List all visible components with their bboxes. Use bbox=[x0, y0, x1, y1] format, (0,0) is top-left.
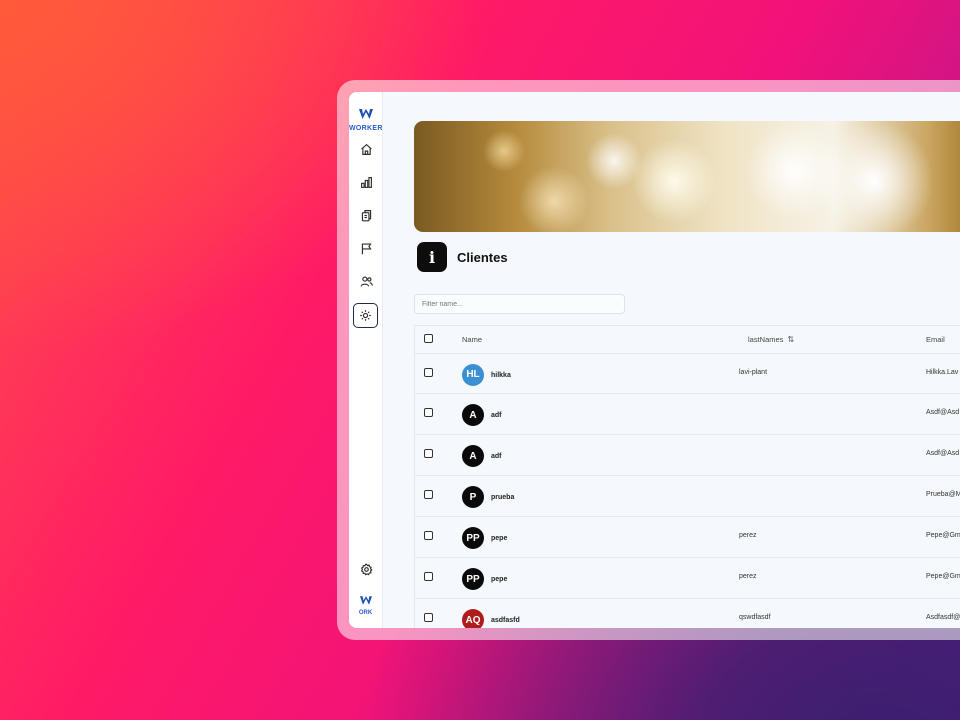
client-email: Asdf@Asd bbox=[926, 450, 960, 457]
client-name: adf bbox=[491, 453, 502, 460]
row-checkbox[interactable] bbox=[424, 449, 433, 458]
avatar: PP bbox=[462, 527, 484, 549]
table-row[interactable]: HL hilkka lavi-plant Hilkka.Lav bbox=[415, 354, 960, 394]
app-screen: WORKER ORK i Clientes Filter name... Nam… bbox=[349, 92, 960, 628]
client-name: pepe bbox=[491, 535, 508, 542]
page-header: i Clientes bbox=[417, 242, 508, 272]
client-name: adf bbox=[491, 412, 502, 419]
clients-table: Name lastNames ⇅ Email HL hilkka lavi-plant… bbox=[414, 325, 960, 628]
client-email: Pepe@Gm bbox=[926, 573, 960, 580]
client-email: Asdfasdf@ bbox=[926, 614, 960, 621]
row-checkbox[interactable] bbox=[424, 613, 433, 622]
row-checkbox[interactable] bbox=[424, 408, 433, 417]
sidebar-item-active[interactable] bbox=[353, 303, 378, 328]
sidebar-item-users[interactable] bbox=[354, 269, 378, 293]
logo-mark-icon bbox=[358, 109, 373, 119]
documents-icon bbox=[361, 209, 371, 221]
client-name: asdfasfd bbox=[491, 617, 520, 624]
client-email: Prueba@M bbox=[926, 491, 960, 498]
settings-button[interactable] bbox=[354, 557, 378, 581]
avatar: P bbox=[462, 486, 484, 508]
select-all-checkbox[interactable] bbox=[424, 334, 433, 343]
row-checkbox[interactable] bbox=[424, 531, 433, 540]
sidebar-item-stats[interactable] bbox=[354, 170, 378, 194]
table-body: HL hilkka lavi-plant Hilkka.Lav Aadf Asdf@Asd… bbox=[415, 354, 960, 628]
table-row[interactable]: Aadf Asdf@Asd bbox=[415, 435, 960, 476]
flag-icon bbox=[361, 242, 372, 254]
logo-text: WORKER bbox=[349, 125, 383, 132]
client-name: prueba bbox=[491, 494, 515, 501]
table-row[interactable]: PP pepe perez Pepe@Gm bbox=[415, 517, 960, 558]
sidebar: WORKER ORK bbox=[349, 92, 383, 628]
client-name: pepe bbox=[491, 576, 508, 583]
page-title: Clientes bbox=[457, 249, 508, 265]
client-lastname: perez bbox=[739, 532, 757, 539]
main-content: i Clientes Name lastNames⇅ Email HL hilkk… bbox=[383, 92, 960, 628]
users-icon bbox=[360, 275, 373, 287]
client-email: Pepe@Gm bbox=[926, 532, 960, 539]
info-icon: i bbox=[417, 242, 447, 272]
client-email: Asdf@Asd bbox=[926, 409, 960, 416]
header-banner-image bbox=[414, 121, 960, 232]
avatar: HL bbox=[462, 363, 484, 386]
worker-logo[interactable]: WORKER bbox=[349, 106, 382, 132]
home-icon bbox=[360, 143, 372, 155]
client-lastname: perez bbox=[739, 573, 757, 580]
sidebar-item-flags[interactable] bbox=[354, 236, 378, 260]
sidebar-item-home[interactable] bbox=[354, 137, 378, 161]
client-email: Hilkka.Lav bbox=[926, 368, 959, 376]
sort-icon[interactable]: ⇅ bbox=[787, 326, 794, 353]
client-lastname: qswdfasdf bbox=[739, 614, 771, 621]
table-row[interactable]: AQ asdfasfd qswdfasdf Asdfasdf@ bbox=[415, 599, 960, 628]
avatar: A bbox=[462, 445, 484, 467]
bar-chart-icon bbox=[360, 176, 372, 188]
row-checkbox[interactable] bbox=[424, 490, 433, 499]
table-header: Name lastNames ⇅ Email bbox=[415, 326, 960, 354]
row-checkbox[interactable] bbox=[424, 367, 433, 377]
column-header-lastnames-label: lastNames bbox=[748, 335, 784, 344]
column-header-lastnames[interactable]: lastNames ⇅ bbox=[748, 326, 794, 353]
sun-icon bbox=[360, 310, 371, 321]
table-row[interactable]: Pprueba Prueba@M bbox=[415, 476, 960, 517]
avatar: A bbox=[462, 404, 484, 426]
filter-name-input[interactable] bbox=[414, 294, 625, 314]
client-name: hilkka bbox=[491, 371, 511, 379]
gear-icon bbox=[360, 563, 373, 575]
sidebar-item-documents[interactable] bbox=[354, 203, 378, 227]
table-row[interactable]: Aadf Asdf@Asd bbox=[415, 394, 960, 435]
column-header-name[interactable]: Name bbox=[462, 326, 482, 353]
row-checkbox[interactable] bbox=[424, 572, 433, 581]
avatar: AQ bbox=[462, 609, 484, 628]
client-lastname: lavi-plant bbox=[739, 368, 768, 376]
logo-mark-small-icon bbox=[359, 596, 372, 605]
avatar: PP bbox=[462, 568, 484, 590]
footer-logo: ORK bbox=[349, 592, 382, 616]
footer-logo-text: ORK bbox=[358, 610, 373, 616]
table-row[interactable]: PP pepe perez Pepe@Gm bbox=[415, 558, 960, 599]
column-header-email[interactable]: Email bbox=[926, 326, 945, 353]
